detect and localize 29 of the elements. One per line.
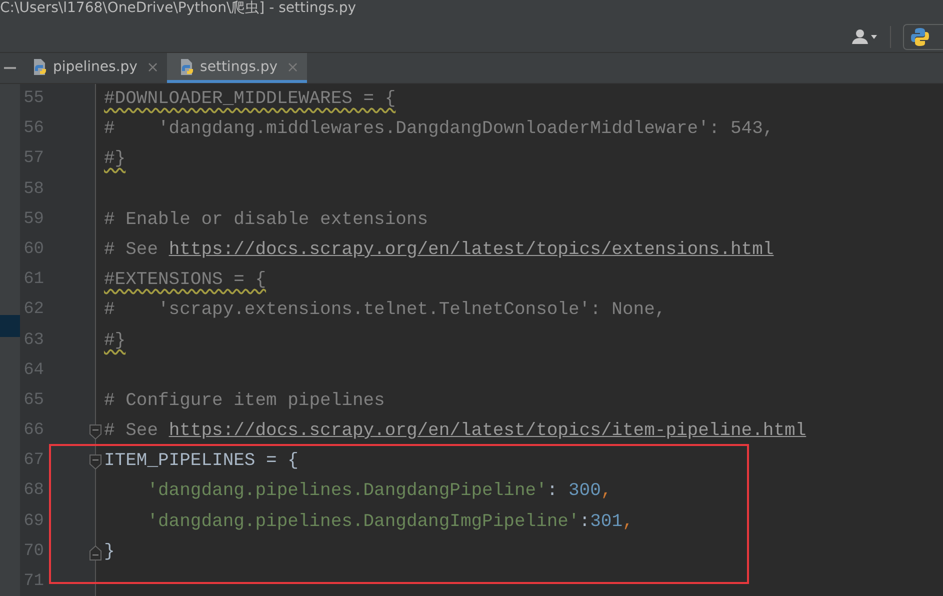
python-file-icon: [179, 58, 196, 76]
window-title: C:\Users\l1768\OneDrive\Python\爬虫] - settings.py: [0, 0, 356, 16]
code-line: }: [103, 540, 116, 564]
code-line: #DOWNLOADER_MIDDLEWARES = {: [103, 88, 397, 111]
editor-tab[interactable]: settings.py ×: [167, 53, 308, 83]
code-line: #}: [103, 330, 127, 352]
code-line: #}: [103, 148, 127, 172]
code-line: 'dangdang.pipelines.DangdangImgPipeline':301,: [146, 510, 634, 534]
code-line: # See https://docs.scrapy.org/en/latest/topics/item-pipeline.html: [103, 420, 808, 444]
tab-label: settings.py: [200, 58, 278, 74]
code-line: # Configure item pipelines: [103, 390, 386, 413]
code-line: ITEM_PIPELINES = {: [103, 450, 300, 474]
fold-marker-icon[interactable]: [89, 454, 102, 470]
fold-marker-icon[interactable]: [89, 544, 102, 561]
python-icon: [910, 27, 930, 47]
python-interpreter-button[interactable]: [903, 24, 943, 50]
code-line: # Enable or disable extensions: [103, 208, 430, 232]
code-line: 'dangdang.pipelines.DangdangPipeline': 300,: [146, 480, 613, 504]
code-line: # 'scrapy.extensions.telnet.TelnetConsole': None,: [103, 299, 667, 322]
code-line: # See https://docs.scrapy.org/en/latest/topics/extensions.html: [103, 238, 775, 262]
user-menu-button[interactable]: [852, 29, 878, 45]
sidebar-selection: [0, 315, 20, 337]
code-line: # 'dangdang.middlewares.DangdangDownloaderMiddleware': 543,: [103, 118, 775, 142]
python-file-icon: [32, 58, 48, 76]
tab-label: pipelines.py: [53, 58, 138, 74]
editor-tab[interactable]: pipelines.py ×: [20, 53, 168, 83]
fold-marker-icon[interactable]: [89, 424, 102, 440]
close-icon[interactable]: ×: [146, 58, 160, 76]
code-line: #EXTENSIONS = {: [103, 269, 268, 292]
